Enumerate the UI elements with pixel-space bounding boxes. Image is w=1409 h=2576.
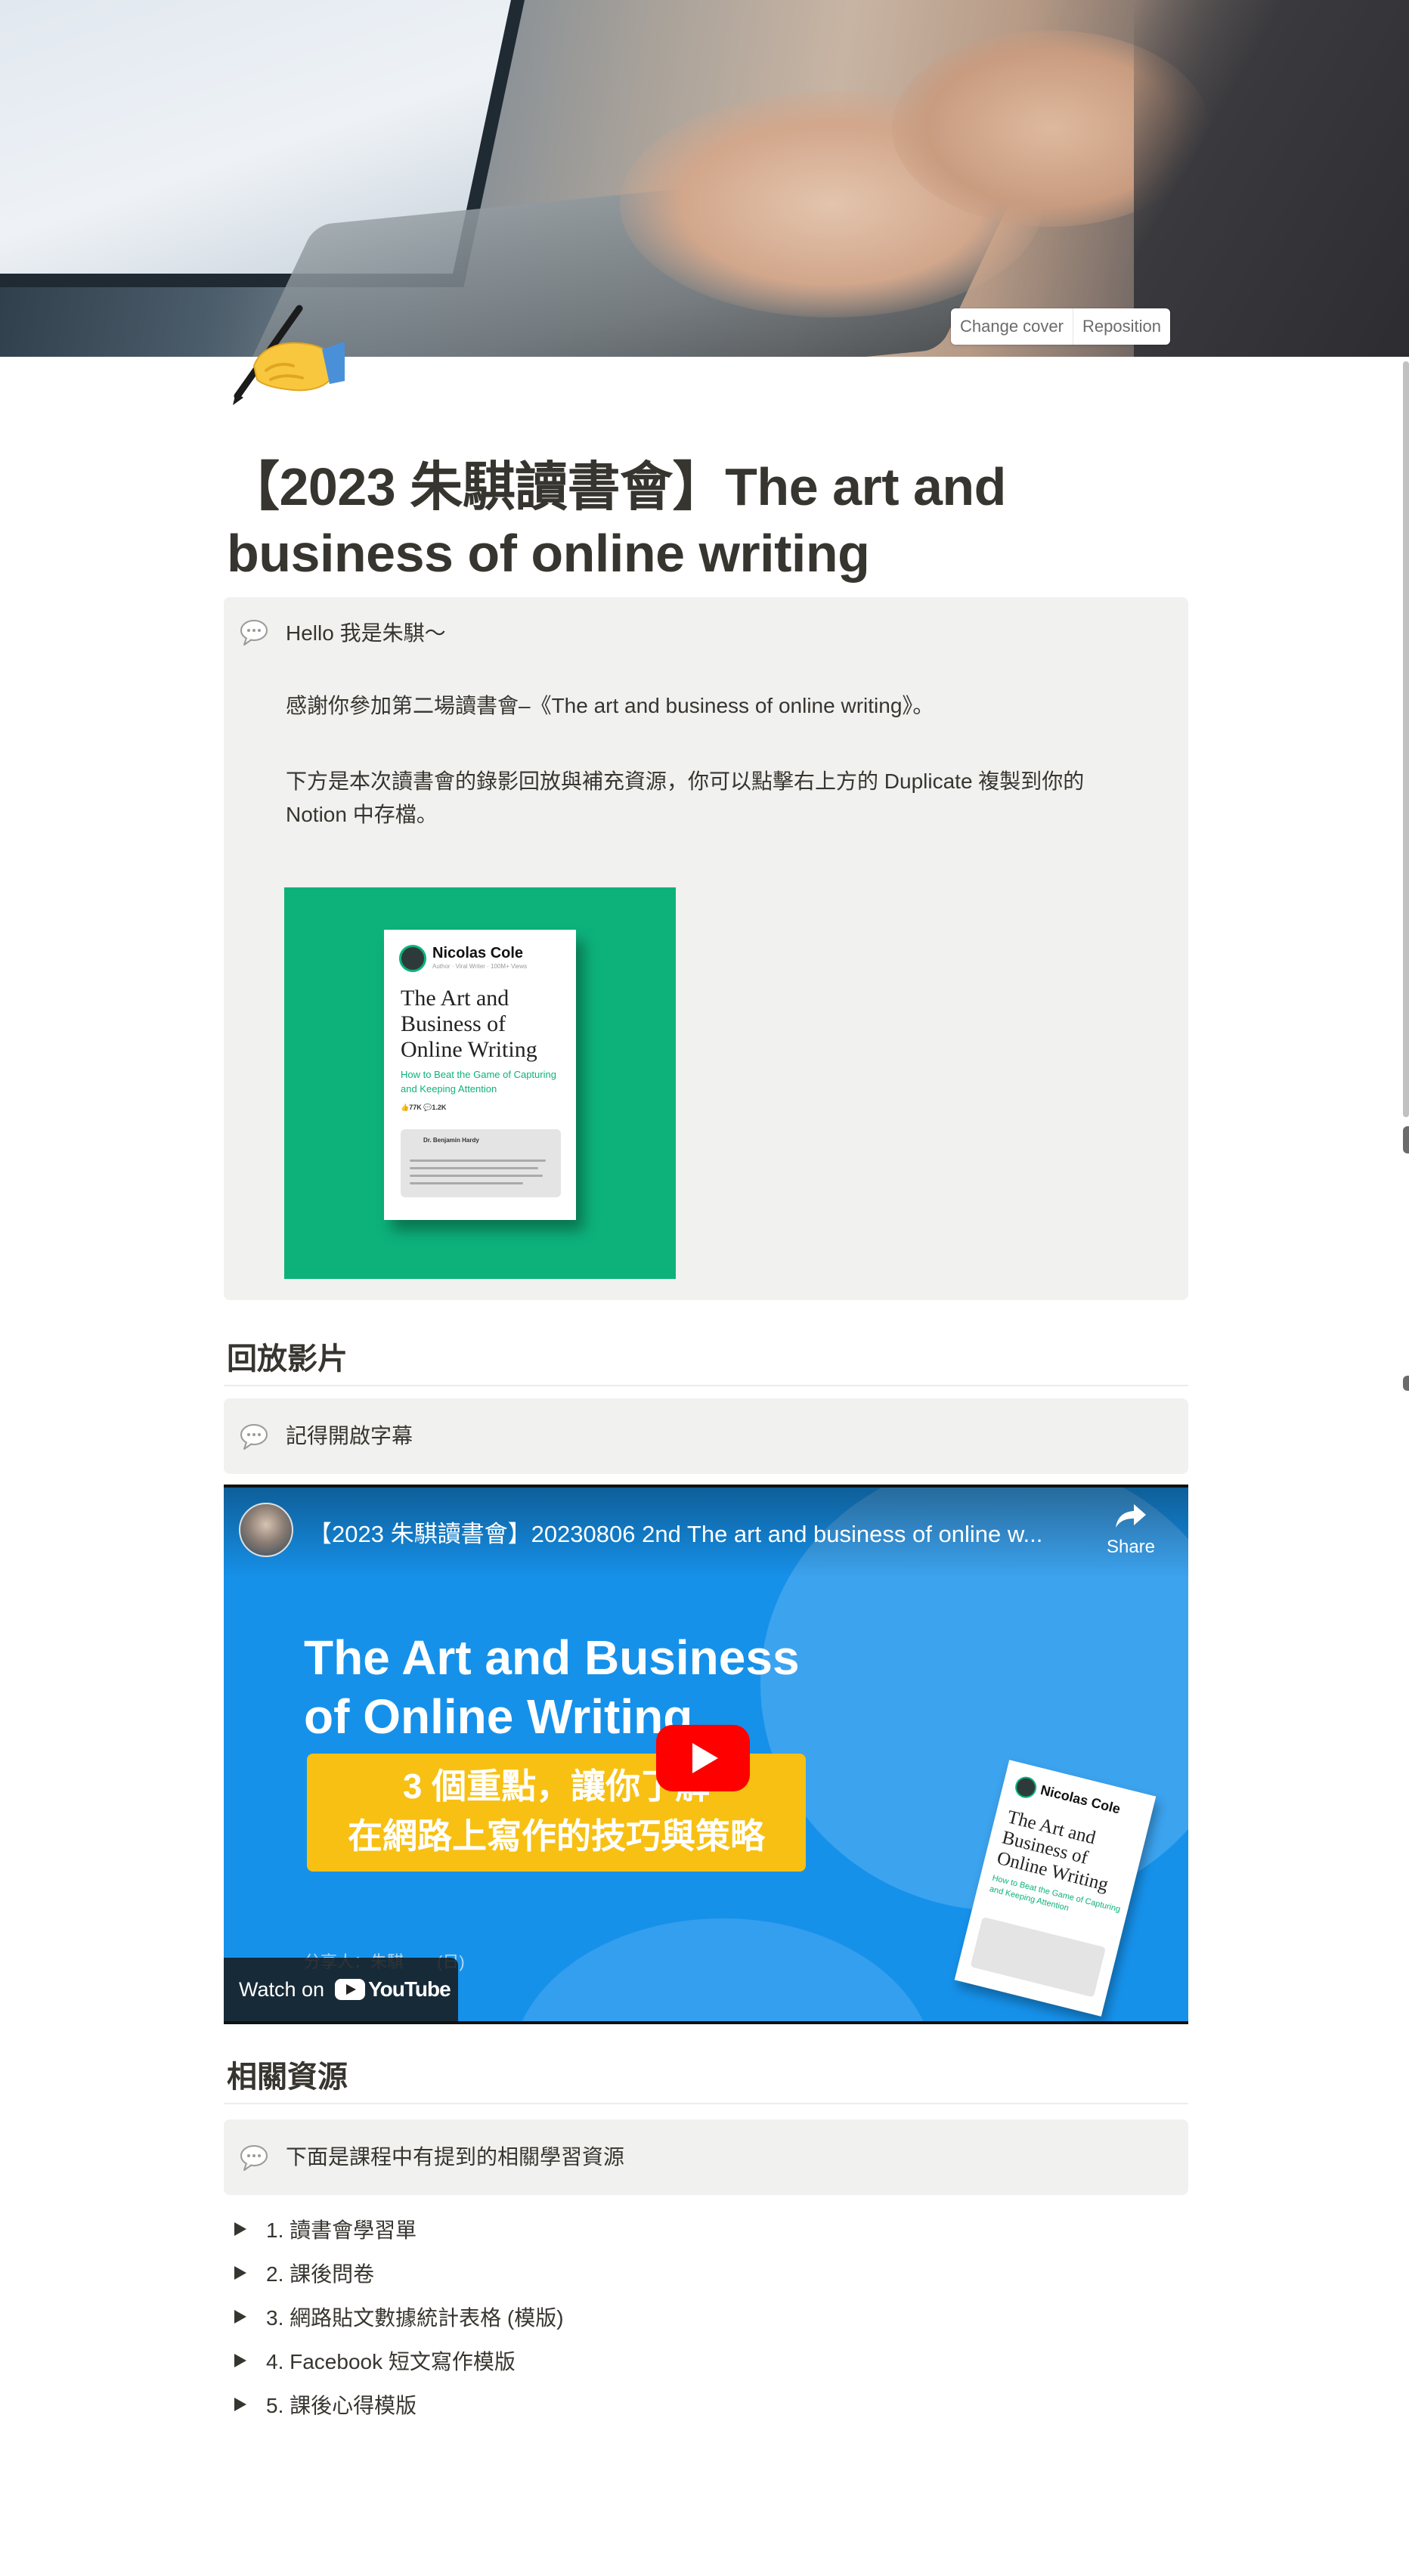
youtube-play-icon: [335, 1979, 366, 2000]
heading-divider: [224, 2103, 1188, 2104]
callout-instructions: 下方是本次讀書會的錄影回放與補充資源，你可以點擊右上方的 Duplicate 複…: [286, 769, 1085, 826]
toggle-label: 4. Facebook 短文寫作模版: [266, 2350, 516, 2373]
channel-avatar[interactable]: [239, 1503, 293, 1557]
toggle-label: 1. 讀書會學習單: [266, 2218, 417, 2242]
book-author-sub: Author · Viral Writer · 100M+ Views: [432, 963, 528, 970]
change-cover-button[interactable]: Change cover: [951, 308, 1073, 345]
author-avatar: [399, 945, 426, 972]
book-title: The Art and Business of Online Writing: [401, 986, 537, 1062]
highlight-line-2: 在網路上寫作的技巧與策略: [348, 1816, 765, 1856]
resources-heading[interactable]: 相關資源: [227, 2056, 1188, 2098]
toggle-item[interactable]: 4. Facebook 短文寫作模版: [224, 2339, 1188, 2382]
toggle-label: 5. 課後心得模版: [266, 2394, 417, 2417]
sweater-sleeve: [1134, 0, 1409, 357]
speech-bubble-icon[interactable]: [239, 2142, 269, 2172]
share-button[interactable]: Share: [1093, 1503, 1169, 1558]
toggle-label: 2. 課後問卷: [266, 2262, 375, 2286]
youtube-logo: YouTube: [335, 1977, 451, 2002]
watch-on-youtube-button[interactable]: Watch on YouTube: [224, 1958, 458, 2021]
quote-author: Dr. Benjamin Hardy: [423, 1137, 479, 1144]
page-title[interactable]: 【2023 朱騏讀書會】The art and business of onli…: [227, 454, 1172, 587]
watch-on-label: Watch on: [239, 1977, 325, 2001]
quote-line: [410, 1160, 546, 1162]
book-stats: 👍77K 💬1.2K: [401, 1104, 447, 1111]
share-arrow-icon: [1116, 1504, 1146, 1528]
thumbnail-book-author: Nicolas Cole: [1039, 1782, 1123, 1817]
cover-controls: Change cover Reposition: [951, 308, 1170, 345]
book-cover-image[interactable]: Nicolas Cole Author · Viral Writer · 100…: [284, 887, 676, 1279]
book-illustration: Nicolas Cole Author · Viral Writer · 100…: [384, 930, 576, 1220]
youtube-wordmark: YouTube: [368, 1977, 451, 2001]
quote-line: [410, 1175, 543, 1177]
toggle-triangle-icon[interactable]: [234, 2398, 246, 2411]
page-cover-image: Change cover Reposition: [0, 0, 1409, 357]
author-avatar: [1013, 1774, 1039, 1800]
speech-bubble-icon[interactable]: [239, 617, 269, 647]
replay-heading[interactable]: 回放影片: [227, 1338, 1188, 1380]
toggle-item[interactable]: 2. 課後問卷: [224, 2251, 1188, 2295]
headline-line-1: The Art and Business: [304, 1630, 800, 1685]
share-label: Share: [1106, 1537, 1156, 1557]
toggle-triangle-icon[interactable]: [234, 2310, 246, 2324]
quote-line: [410, 1182, 523, 1184]
page-content: 【2023 朱騏讀書會】The art and business of onli…: [224, 454, 1188, 2426]
writing-hand-icon[interactable]: [224, 296, 345, 410]
thumbnail-book-quote: [970, 1916, 1106, 1998]
toggle-item[interactable]: 3. 網路貼文數據統計表格 (模版): [224, 2295, 1188, 2339]
toggle-triangle-icon[interactable]: [234, 2222, 246, 2236]
reposition-button[interactable]: Reposition: [1072, 308, 1170, 345]
scrollbar[interactable]: [1403, 361, 1409, 1117]
play-button[interactable]: [656, 1725, 750, 1791]
toggle-item[interactable]: 1. 讀書會學習單: [224, 2207, 1188, 2251]
book-quote-card: Dr. Benjamin Hardy: [401, 1129, 561, 1197]
resources-callout[interactable]: 下面是課程中有提到的相關學習資源: [224, 2119, 1188, 2195]
intro-callout[interactable]: Hello 我是朱騏～ 感謝你參加第二場讀書會–《The art and bus…: [224, 597, 1188, 1300]
bg-decoration: [511, 1918, 934, 2021]
edge-handle[interactable]: [1403, 1126, 1409, 1153]
book-author: Nicolas Cole: [432, 945, 524, 961]
edge-handle[interactable]: [1403, 1376, 1409, 1391]
subtitle-callout[interactable]: 記得開啟字幕: [224, 1398, 1188, 1474]
toggle-triangle-icon[interactable]: [234, 2354, 246, 2367]
quote-line: [410, 1167, 538, 1169]
video-title[interactable]: 【2023 朱騏讀書會】20230806 2nd The art and bus…: [308, 1515, 1079, 1549]
speech-bubble-icon[interactable]: [239, 1421, 269, 1451]
resources-intro: 下面是課程中有提到的相關學習資源: [286, 2145, 625, 2169]
toggle-item[interactable]: 5. 課後心得模版: [224, 2382, 1188, 2426]
toggle-label: 3. 網路貼文數據統計表格 (模版): [266, 2306, 564, 2330]
heading-divider: [224, 1385, 1188, 1386]
resource-toggle-list: 1. 讀書會學習單 2. 課後問卷 3. 網路貼文數據統計表格 (模版) 4. …: [224, 2207, 1188, 2426]
toggle-triangle-icon[interactable]: [234, 2266, 246, 2280]
subtitle-reminder: 記得開啟字幕: [286, 1424, 413, 1447]
callout-thanks: 感謝你參加第二場讀書會–《The art and business of onl…: [286, 694, 934, 717]
youtube-embed[interactable]: 【2023 朱騏讀書會】20230806 2nd The art and bus…: [224, 1485, 1188, 2024]
book-subtitle: How to Beat the Game of Capturing and Ke…: [401, 1069, 556, 1094]
callout-greeting: Hello 我是朱騏～: [286, 621, 446, 645]
